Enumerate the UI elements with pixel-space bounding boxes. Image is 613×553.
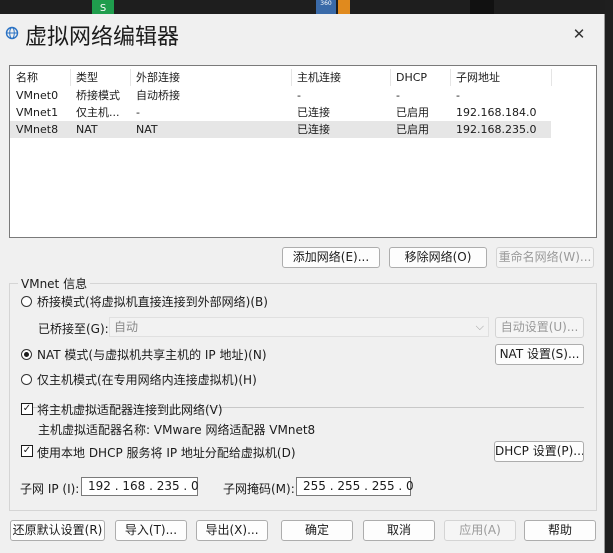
app-360-icon[interactable]: 360 (316, 0, 336, 14)
cell-external: 自动桥接 (136, 89, 180, 102)
rename-network-button[interactable]: 重命名网络(W)... (496, 247, 594, 268)
cell-subnet: 192.168.184.0 (456, 106, 537, 119)
app-s-icon[interactable]: S (92, 0, 114, 14)
network-list-header: 名称 类型 外部连接 主机连接 DHCP 子网地址 (10, 69, 596, 86)
nat-settings-button[interactable]: NAT 设置(S)... (495, 344, 584, 365)
cell-external: NAT (136, 123, 158, 136)
subnet-ip-label: 子网 IP (I): (20, 482, 80, 496)
window-title: 虚拟网络编辑器 (25, 25, 180, 50)
cell-type: 桥接模式 (76, 89, 120, 102)
column-header-subnet[interactable]: 子网地址 (456, 69, 500, 86)
column-header-dhcp[interactable]: DHCP (396, 69, 427, 86)
bridged-mode-label[interactable]: 桥接模式(将虚拟机直接连接到外部网络)(B) (37, 293, 268, 310)
app-dark-icon[interactable] (470, 0, 494, 14)
apply-button[interactable]: 应用(A) (444, 520, 516, 541)
export-button[interactable]: 导出(X)... (196, 520, 268, 541)
cell-name: VMnet8 (16, 123, 59, 136)
title-bar: 虚拟网络编辑器 ✕ (0, 14, 605, 54)
adapter-name-value: VMware 网络适配器 VMnet8 (153, 423, 316, 437)
dhcp-checkbox[interactable]: ✓ (21, 445, 33, 457)
cell-dhcp: 已启用 (396, 106, 429, 119)
cell-host: 已连接 (297, 123, 330, 136)
auto-settings-button[interactable]: 自动设置(U)... (495, 317, 584, 338)
cell-external: - (136, 106, 140, 119)
nat-mode-radio[interactable] (21, 349, 32, 360)
adapter-name-label: 主机虚拟适配器名称: VMware 网络适配器 VMnet8 (38, 421, 315, 438)
host-only-mode-radio[interactable] (21, 374, 32, 385)
host-only-mode-label[interactable]: 仅主机模式(在专用网络内连接虚拟机)(H) (37, 371, 257, 388)
dhcp-label[interactable]: 使用本地 DHCP 服务将 IP 地址分配给虚拟机(D) (37, 444, 296, 461)
column-header-external[interactable]: 外部连接 (136, 69, 180, 86)
ok-button[interactable]: 确定 (281, 520, 353, 541)
column-header-type[interactable]: 类型 (76, 69, 98, 86)
close-icon[interactable]: ✕ (566, 24, 592, 44)
chevron-down-icon: ⌵ (475, 320, 484, 333)
subnet-ip-input[interactable]: 192 . 168 . 235 . 0 (81, 477, 199, 496)
cell-type: NAT (76, 123, 98, 136)
cell-name: VMnet1 (16, 106, 59, 119)
nat-mode-label[interactable]: NAT 模式(与虚拟机共享主机的 IP 地址)(N) (37, 346, 267, 363)
column-header-host[interactable]: 主机连接 (297, 69, 341, 86)
cell-name: VMnet0 (16, 89, 59, 102)
cell-subnet: - (456, 89, 460, 102)
cell-dhcp: - (396, 89, 400, 102)
column-header-name[interactable]: 名称 (16, 69, 38, 86)
background-editor-edge (605, 0, 613, 553)
bridged-to-select[interactable]: 自动 ⌵ (109, 317, 489, 337)
cell-host: 已连接 (297, 106, 330, 119)
cell-dhcp: 已启用 (396, 123, 429, 136)
add-network-button[interactable]: 添加网络(E)... (282, 247, 380, 268)
cell-host: - (297, 89, 301, 102)
virtual-network-editor-window: 虚拟网络编辑器 ✕ 名称 类型 外部连接 主机连接 DHCP 子网地址 VMne… (0, 14, 605, 553)
vmnet-info-label: VMnet 信息 (18, 275, 91, 292)
globe-network-icon (5, 26, 19, 40)
app-orange-icon[interactable] (338, 0, 350, 14)
table-row[interactable]: VMnet8 NAT NAT 已连接 已启用 192.168.235.0 (10, 121, 551, 138)
help-button[interactable]: 帮助 (524, 520, 596, 541)
subnet-mask-label: 子网掩码(M): (223, 482, 295, 496)
remove-network-button[interactable]: 移除网络(O) (389, 247, 487, 268)
bridged-to-label: 已桥接至(G): (38, 322, 109, 336)
bridged-mode-radio[interactable] (21, 296, 32, 307)
subnet-mask-input[interactable]: 255 . 255 . 255 . 0 (296, 477, 414, 496)
dhcp-settings-button[interactable]: DHCP 设置(P)... (494, 441, 584, 462)
connect-adapter-checkbox[interactable]: ✓ (21, 403, 33, 415)
adapter-name-caption: 主机虚拟适配器名称: (38, 423, 151, 437)
connect-adapter-label[interactable]: 将主机虚拟适配器连接到此网络(V) (37, 401, 223, 418)
network-list[interactable]: 名称 类型 外部连接 主机连接 DHCP 子网地址 VMnet0 桥接模式 自动桥接… (9, 65, 597, 238)
cancel-button[interactable]: 取消 (363, 520, 435, 541)
cell-subnet: 192.168.235.0 (456, 123, 537, 136)
restore-defaults-button[interactable]: 还原默认设置(R) (10, 520, 105, 541)
table-row[interactable]: VMnet0 桥接模式 自动桥接 - - - (10, 87, 551, 104)
cell-type: 仅主机... (76, 106, 120, 119)
import-button[interactable]: 导入(T)... (115, 520, 187, 541)
bridged-to-value: 自动 (114, 320, 139, 334)
table-row[interactable]: VMnet1 仅主机... - 已连接 已启用 192.168.184.0 (10, 104, 551, 121)
